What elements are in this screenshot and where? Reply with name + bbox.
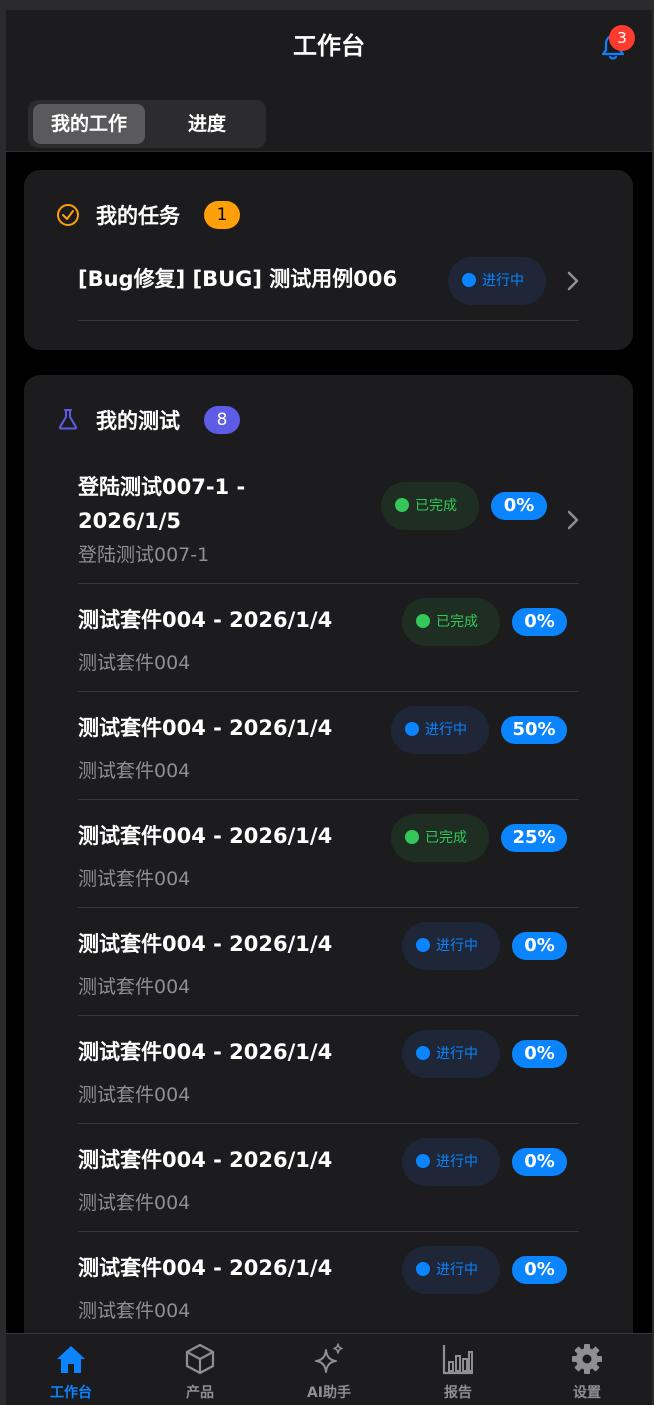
test-row[interactable]: 测试套件004 - 2026/1/4 测试套件004 进行中 0% bbox=[78, 1016, 579, 1124]
tab-bar: 工作台 产品 AI助手 报告 设置 bbox=[6, 1333, 652, 1405]
my-tests-card: 我的测试 8 登陆测试007-1 -2026/1/5 登陆测试007-1 已完成… bbox=[24, 375, 633, 1375]
status-label: 进行中 bbox=[436, 1262, 478, 1278]
chevron-right-icon bbox=[567, 271, 579, 291]
home-icon bbox=[57, 1346, 85, 1373]
test-title: 登陆测试007-1 -2026/1/5 bbox=[78, 475, 246, 533]
test-row[interactable]: 测试套件004 - 2026/1/4 测试套件004 已完成 25% bbox=[78, 800, 579, 908]
test-title: 测试套件004 - 2026/1/4 bbox=[78, 1040, 333, 1064]
tab-label: 工作台 bbox=[50, 1385, 92, 1401]
status-badge: 已完成 bbox=[391, 814, 489, 862]
app-screen: 工作台 3 我的工作 进度 我的任务 1 [Bug修复] [BUG] 测试用例0… bbox=[6, 10, 652, 1405]
header: 工作台 3 我的工作 进度 bbox=[6, 10, 652, 152]
test-row[interactable]: 测试套件004 - 2026/1/4 测试套件004 进行中 0% bbox=[78, 1124, 579, 1232]
test-row[interactable]: 测试套件004 - 2026/1/4 测试套件004 已完成 0% bbox=[78, 584, 579, 692]
progress-badge: 0% bbox=[491, 492, 547, 520]
tab-workbench[interactable]: 工作台 bbox=[6, 1334, 136, 1405]
tab-settings[interactable]: 设置 bbox=[522, 1334, 652, 1405]
status-badge: 进行中 bbox=[402, 1030, 500, 1078]
section-title-tasks: 我的任务 bbox=[96, 204, 180, 228]
progress-badge: 0% bbox=[512, 608, 567, 636]
cube-icon bbox=[185, 1343, 215, 1375]
gear-icon bbox=[572, 1344, 602, 1374]
test-title: 测试套件004 - 2026/1/4 bbox=[78, 716, 333, 740]
tab-products[interactable]: 产品 bbox=[135, 1334, 265, 1405]
section-title-tests: 我的测试 bbox=[96, 409, 180, 433]
notification-badge: 3 bbox=[609, 25, 635, 51]
play-icon bbox=[416, 1045, 430, 1060]
check-icon bbox=[405, 829, 419, 844]
status-badge: 进行中 bbox=[402, 922, 500, 970]
play-icon bbox=[405, 721, 419, 736]
status-label: 已完成 bbox=[425, 830, 467, 846]
progress-badge: 0% bbox=[512, 932, 567, 960]
tab-label: AI助手 bbox=[306, 1385, 352, 1401]
status-label: 进行中 bbox=[436, 938, 478, 954]
progress-badge: 0% bbox=[512, 1148, 567, 1176]
play-icon bbox=[416, 937, 430, 952]
segment-my-work[interactable]: 我的工作 bbox=[33, 104, 145, 144]
play-icon bbox=[462, 272, 476, 287]
test-subtitle: 测试套件004 bbox=[78, 868, 191, 890]
chevron-right-icon bbox=[567, 510, 579, 530]
status-badge: 进行中 bbox=[448, 257, 546, 305]
tab-label: 报告 bbox=[444, 1385, 472, 1401]
test-row[interactable]: 测试套件004 - 2026/1/4 测试套件004 进行中 0% bbox=[78, 1232, 579, 1340]
test-title: 测试套件004 - 2026/1/4 bbox=[78, 1256, 333, 1280]
tab-ai-assistant[interactable]: AI助手 bbox=[264, 1334, 394, 1405]
test-row[interactable]: 登陆测试007-1 -2026/1/5 登陆测试007-1 已完成 0% bbox=[78, 458, 579, 584]
tab-label: 产品 bbox=[186, 1385, 214, 1401]
segment-progress[interactable]: 进度 bbox=[151, 104, 263, 144]
status-badge: 进行中 bbox=[402, 1138, 500, 1186]
progress-badge: 50% bbox=[501, 716, 567, 744]
test-title: 测试套件004 - 2026/1/4 bbox=[78, 1148, 333, 1172]
test-subtitle: 登陆测试007-1 bbox=[78, 544, 210, 566]
status-label: 进行中 bbox=[436, 1046, 478, 1062]
task-title: [Bug修复] [BUG] 测试用例006 bbox=[78, 267, 398, 291]
status-label: 已完成 bbox=[436, 614, 478, 630]
status-label: 已完成 bbox=[415, 498, 457, 514]
progress-badge: 25% bbox=[501, 824, 567, 852]
segmented-control: 我的工作 进度 bbox=[28, 100, 266, 148]
play-icon bbox=[416, 1261, 430, 1276]
check-circle-icon bbox=[57, 204, 79, 226]
play-icon bbox=[416, 1153, 430, 1168]
task-count-badge: 1 bbox=[204, 201, 240, 229]
flask-icon bbox=[58, 409, 78, 430]
check-icon bbox=[416, 613, 430, 628]
status-label: 进行中 bbox=[425, 722, 467, 738]
tab-reports[interactable]: 报告 bbox=[393, 1334, 523, 1405]
test-subtitle: 测试套件004 bbox=[78, 976, 191, 998]
test-title: 测试套件004 - 2026/1/4 bbox=[78, 824, 333, 848]
status-badge: 已完成 bbox=[381, 482, 479, 530]
sparkles-icon bbox=[315, 1343, 343, 1373]
progress-badge: 0% bbox=[512, 1256, 567, 1284]
my-tasks-card: 我的任务 1 [Bug修复] [BUG] 测试用例006 进行中 bbox=[24, 170, 633, 350]
test-subtitle: 测试套件004 bbox=[78, 1300, 191, 1322]
test-title: 测试套件004 - 2026/1/4 bbox=[78, 932, 333, 956]
status-badge: 进行中 bbox=[402, 1246, 500, 1294]
test-title: 测试套件004 - 2026/1/4 bbox=[78, 608, 333, 632]
test-subtitle: 测试套件004 bbox=[78, 652, 191, 674]
test-row[interactable]: 测试套件004 - 2026/1/4 测试套件004 进行中 0% bbox=[78, 908, 579, 1016]
status-badge: 已完成 bbox=[402, 598, 500, 646]
test-subtitle: 测试套件004 bbox=[78, 1084, 191, 1106]
page-title: 工作台 bbox=[293, 32, 365, 60]
check-icon bbox=[395, 497, 409, 512]
test-subtitle: 测试套件004 bbox=[78, 760, 191, 782]
test-count-badge: 8 bbox=[204, 406, 240, 434]
status-badge: 进行中 bbox=[391, 706, 489, 754]
test-subtitle: 测试套件004 bbox=[78, 1192, 191, 1214]
tab-label: 设置 bbox=[573, 1385, 601, 1401]
bar-chart-icon bbox=[442, 1345, 473, 1375]
test-row[interactable]: 测试套件004 - 2026/1/4 测试套件004 进行中 50% bbox=[78, 692, 579, 800]
task-row[interactable]: [Bug修复] [BUG] 测试用例006 进行中 bbox=[78, 250, 579, 321]
progress-badge: 0% bbox=[512, 1040, 567, 1068]
status-label: 进行中 bbox=[482, 273, 524, 289]
status-label: 进行中 bbox=[436, 1154, 478, 1170]
